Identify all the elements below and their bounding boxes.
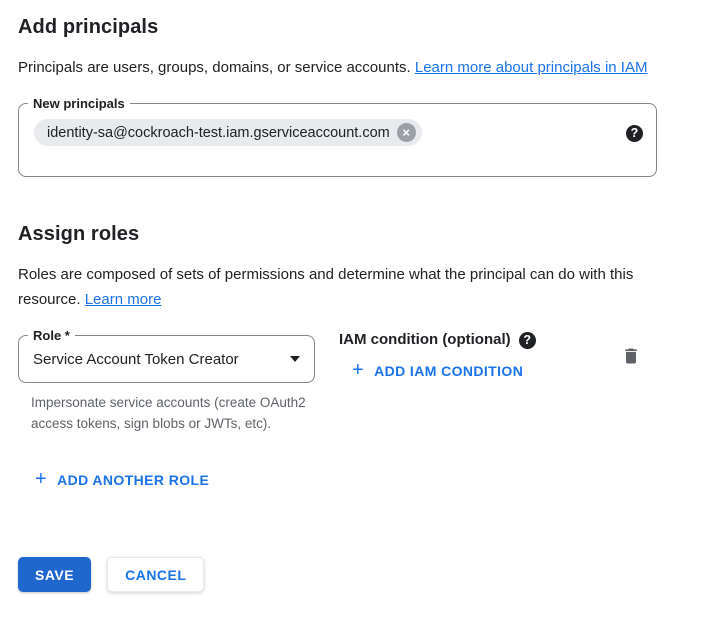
principal-chip-label: identity-sa@cockroach-test.iam.gservicea… (47, 125, 390, 141)
role-dropdown[interactable]: Role * Service Account Token Creator (18, 335, 315, 383)
plus-icon: + (352, 362, 364, 378)
assign-roles-section: Assign roles Roles are composed of sets … (18, 221, 657, 494)
dropdown-arrow-icon (290, 356, 300, 362)
add-another-role-button[interactable]: + ADD ANOTHER ROLE (27, 466, 217, 494)
iam-condition-label-row: IAM condition (optional) ? (339, 331, 536, 349)
new-principals-help-icon[interactable]: ? (626, 125, 643, 142)
new-principals-field-label: New principals (28, 95, 130, 112)
principal-chip: identity-sa@cockroach-test.iam.gservicea… (34, 119, 422, 146)
add-principals-description-text: Principals are users, groups, domains, o… (18, 59, 411, 76)
assign-roles-title: Assign roles (18, 221, 657, 247)
role-row: Role * Service Account Token Creator Imp… (18, 335, 657, 434)
add-principals-description: Principals are users, groups, domains, o… (18, 55, 657, 80)
actions-row: SAVE CANCEL (18, 557, 657, 592)
iam-condition-help-icon[interactable]: ? (519, 332, 536, 349)
add-iam-condition-label: ADD IAM CONDITION (374, 363, 523, 379)
cancel-button[interactable]: CANCEL (107, 557, 204, 592)
add-principals-title: Add principals (18, 14, 657, 40)
save-button[interactable]: SAVE (18, 557, 91, 592)
add-another-role-label: ADD ANOTHER ROLE (57, 472, 209, 488)
role-dropdown-value: Service Account Token Creator (33, 351, 282, 368)
plus-icon: + (35, 471, 47, 487)
role-dropdown-label: Role * (28, 327, 75, 344)
delete-role-button[interactable] (621, 346, 641, 366)
learn-more-roles-link[interactable]: Learn more (85, 291, 162, 308)
iam-condition-column: IAM condition (optional) ? + ADD IAM CON… (339, 331, 536, 385)
add-principals-panel: Add principals Principals are users, gro… (0, 0, 713, 592)
learn-more-principals-link[interactable]: Learn more about principals in IAM (415, 59, 648, 76)
new-principals-field[interactable]: New principals identity-sa@cockroach-tes… (18, 103, 657, 177)
assign-roles-description: Roles are composed of sets of permission… (18, 262, 657, 312)
trash-icon (621, 346, 641, 366)
role-helper-text: Impersonate service accounts (create OAu… (31, 392, 311, 434)
add-iam-condition-button[interactable]: + ADD IAM CONDITION (344, 357, 531, 385)
role-column: Role * Service Account Token Creator Imp… (18, 335, 315, 434)
iam-condition-label: IAM condition (optional) (339, 331, 511, 349)
chip-remove-icon[interactable]: × (397, 123, 416, 142)
